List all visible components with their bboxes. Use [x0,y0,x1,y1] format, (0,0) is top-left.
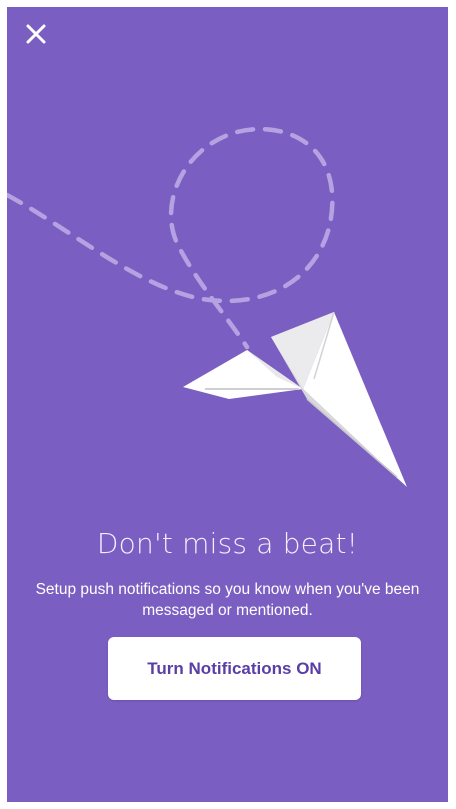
dashed-trail [7,126,335,350]
headline: Don't miss a beat! [96,527,359,560]
paper-plane-icon [183,311,407,487]
turn-notifications-on-button[interactable]: Turn Notifications ON [108,637,361,700]
notifications-prompt-screen: Don't miss a beat! Setup push notificati… [7,7,448,802]
description-text: Setup push notifications so you know whe… [35,581,420,619]
paper-plane-illustration [7,126,407,487]
turn-notifications-on-label: Turn Notifications ON [147,658,322,678]
